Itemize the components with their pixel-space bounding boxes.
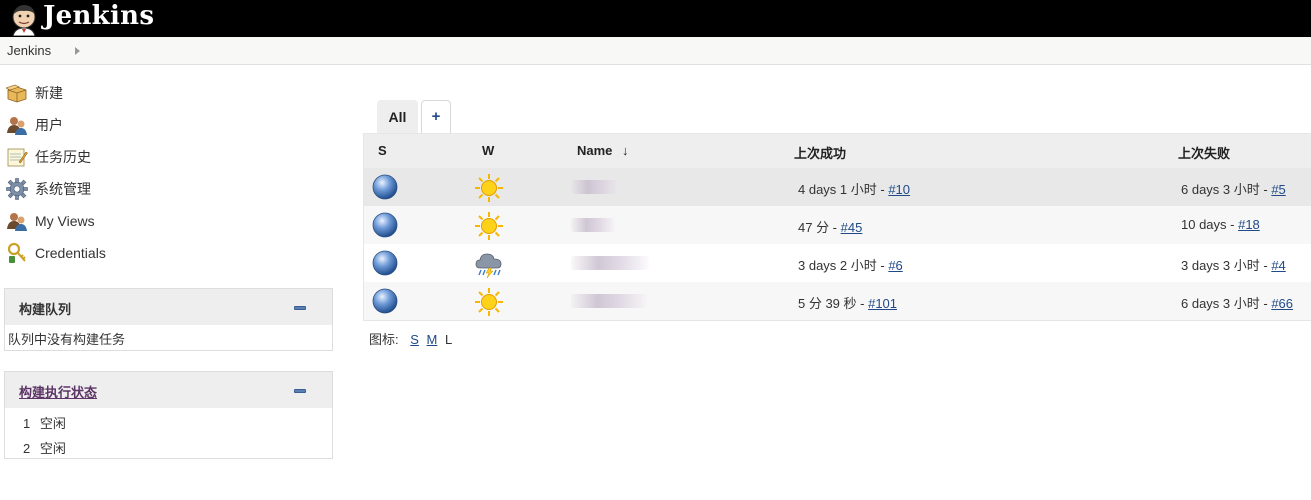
executor-number: 1: [23, 416, 31, 431]
last-failure-cell: 3 days 3 小时 - #4: [1181, 258, 1286, 273]
task-people[interactable]: 用户: [6, 114, 63, 136]
blue-status-ball-icon[interactable]: [372, 174, 398, 200]
task-new-item[interactable]: 新建: [6, 82, 63, 104]
last-failure-cell: 6 days 3 小时 - #5: [1181, 182, 1286, 197]
build-queue-title: 构建队列: [19, 302, 72, 317]
executors-pane: 构建执行状态 1 空闲 2 空闲: [4, 371, 333, 459]
gear-icon: [6, 178, 28, 200]
task-label: 用户: [35, 117, 63, 133]
task-label: 新建: [35, 85, 63, 101]
job-name-link[interactable]: [571, 294, 647, 308]
task-label: 任务历史: [35, 149, 91, 165]
top-header: Jenkins: [0, 0, 1311, 37]
build-queue-empty-message: 队列中没有构建任务: [8, 332, 126, 347]
task-build-history[interactable]: 任务历史: [6, 146, 91, 168]
sort-arrow-icon[interactable]: ↓: [622, 143, 629, 158]
build-link[interactable]: #4: [1271, 258, 1285, 273]
build-link[interactable]: #66: [1271, 296, 1293, 311]
icon-size-s-link[interactable]: S: [410, 332, 419, 347]
table-header: S W Name ↓ 上次成功 上次失败: [364, 134, 1311, 168]
icon-size-m-link[interactable]: M: [427, 332, 438, 347]
collapse-icon[interactable]: [294, 306, 306, 310]
last-failure-cell: 6 days 3 小时 - #66: [1181, 296, 1294, 311]
build-link[interactable]: #18: [1238, 217, 1260, 232]
blue-status-ball-icon[interactable]: [372, 212, 398, 238]
icon-size-l-current: L: [445, 332, 453, 347]
column-header-name[interactable]: Name: [577, 143, 612, 158]
jenkins-title[interactable]: Jenkins: [43, 1, 154, 31]
sunny-weather-icon[interactable]: [474, 211, 504, 241]
build-link[interactable]: #5: [1271, 182, 1285, 197]
column-header-weather[interactable]: W: [482, 143, 494, 158]
users-icon: [7, 117, 27, 135]
table-row: 4 days 1 小时 - #10 6 days 3 小时 - #5: [364, 168, 1311, 206]
task-my-views[interactable]: My Views: [6, 210, 95, 232]
executor-row: 2 空闲: [23, 438, 66, 457]
executor-row: 1 空闲: [23, 413, 66, 432]
build-link[interactable]: #101: [868, 296, 897, 311]
last-success-cell: 3 days 2 小时 - #6: [798, 258, 903, 273]
executor-status: 空闲: [39, 416, 66, 431]
breadcrumb: Jenkins: [0, 37, 1311, 65]
executor-status: 空闲: [39, 441, 66, 456]
users-icon: [7, 213, 27, 231]
task-label: My Views: [35, 213, 95, 229]
add-view-tab[interactable]: +: [421, 100, 451, 133]
table-row: 5 分 39 秒 - #101 6 days 3 小时 - #66: [364, 282, 1311, 320]
icon-legend-label: 图标:: [369, 332, 399, 347]
build-link[interactable]: #6: [888, 258, 902, 273]
projects-table: S W Name ↓ 上次成功 上次失败 4 days 1 小时 - #10 6…: [363, 133, 1311, 321]
column-header-last-success[interactable]: 上次成功: [794, 143, 846, 162]
collapse-icon[interactable]: [294, 389, 306, 393]
blue-status-ball-icon[interactable]: [372, 288, 398, 314]
tab-all[interactable]: All: [377, 100, 418, 133]
column-header-status[interactable]: S: [378, 143, 387, 158]
executor-number: 2: [23, 441, 31, 456]
table-row: 47 分 - #45 10 days - #18: [364, 206, 1311, 244]
job-name-link[interactable]: [571, 180, 619, 194]
last-failure-cell: 10 days - #18: [1181, 217, 1260, 232]
executors-title-link[interactable]: 构建执行状态: [19, 382, 97, 401]
sunny-weather-icon[interactable]: [474, 287, 504, 317]
credentials-icon: [7, 242, 26, 263]
column-header-last-failure[interactable]: 上次失败: [1178, 143, 1230, 162]
table-row: 3 days 2 小时 - #6 3 days 3 小时 - #4: [364, 244, 1311, 282]
job-name-link[interactable]: [571, 256, 649, 270]
task-manage-jenkins[interactable]: 系统管理: [6, 178, 91, 200]
blue-status-ball-icon[interactable]: [372, 250, 398, 276]
task-label: 系统管理: [35, 181, 91, 197]
build-link[interactable]: #45: [841, 220, 863, 235]
job-name-link[interactable]: [571, 218, 615, 232]
build-link[interactable]: #10: [888, 182, 910, 197]
build-queue-header: 构建队列: [5, 289, 332, 325]
build-queue-pane: 构建队列 队列中没有构建任务: [4, 288, 333, 351]
task-label: Credentials: [35, 245, 106, 261]
breadcrumb-arrow-icon[interactable]: [75, 47, 80, 55]
last-success-cell: 5 分 39 秒 - #101: [798, 296, 898, 311]
new-package-icon: [6, 84, 27, 103]
task-credentials[interactable]: Credentials: [6, 242, 106, 264]
jenkins-logo-icon[interactable]: [7, 2, 41, 36]
notepad-icon: [7, 148, 28, 167]
executors-header: 构建执行状态: [5, 372, 332, 408]
icon-size-legend: 图标: S M L: [369, 329, 452, 348]
breadcrumb-item-jenkins[interactable]: Jenkins: [7, 43, 51, 58]
last-success-cell: 47 分 - #45: [798, 220, 863, 235]
rain-weather-icon[interactable]: [474, 249, 504, 279]
last-success-cell: 4 days 1 小时 - #10: [798, 182, 911, 197]
sunny-weather-icon[interactable]: [474, 173, 504, 203]
